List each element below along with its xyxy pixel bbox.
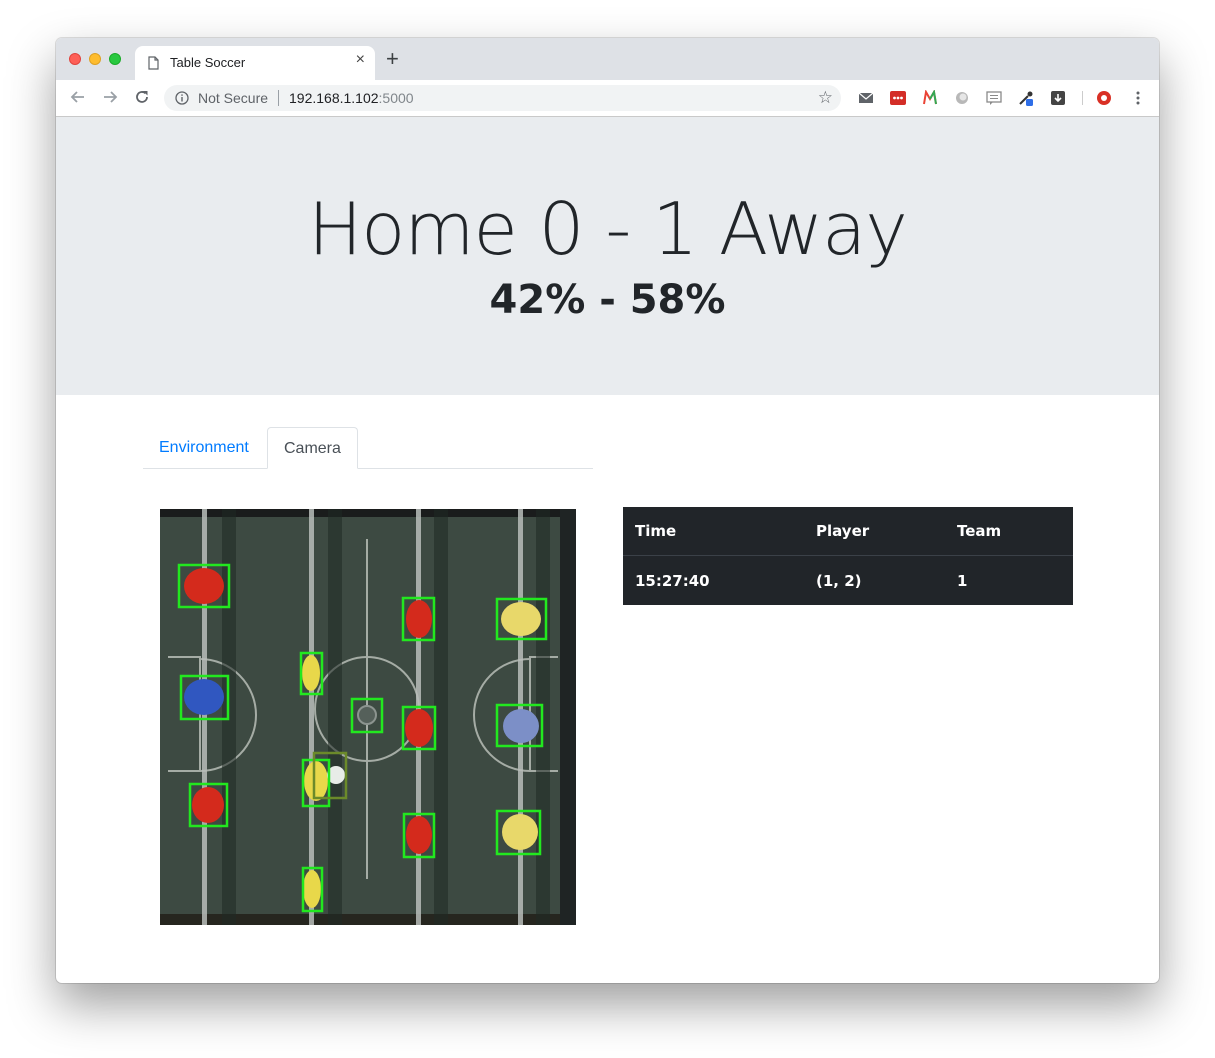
events-table: Time Player Team 15:27:40 (1, 2) 1 [623,507,1073,605]
page-icon [148,56,159,70]
omnibox-divider [278,90,279,106]
camera-feed [160,509,576,925]
tab-environment[interactable]: Environment [143,427,265,468]
toolbar-divider [1082,91,1083,105]
gear-extension-icon[interactable] [1096,90,1112,106]
arrow-left-icon[interactable] [68,87,88,107]
gmail-m-extension-icon[interactable] [922,90,938,106]
column-header-player: Player [804,507,945,556]
cell-time: 15:27:40 [635,571,710,590]
address-bar[interactable]: Not Secure 192.168.1.102:5000 ☆ [164,85,841,111]
arrow-right-icon[interactable] [100,87,120,107]
url-host: 192.168.1.102 [289,90,379,106]
download-extension-icon[interactable] [1050,90,1066,106]
info-icon[interactable] [175,91,189,105]
table-header-row: Time Player Team [623,507,1073,556]
tab-title: Table Soccer [170,55,246,70]
score-heading: Home 0 - 1 Away [308,187,908,271]
minimize-window-button[interactable] [89,53,101,65]
browser-window: Table Soccer × + Not Secure 192.168.1.10… [56,38,1159,983]
close-window-button[interactable] [69,53,81,65]
star-icon[interactable]: ☆ [818,88,833,108]
view-tabs: Environment Camera [143,427,593,469]
column-header-time: Time [623,507,804,556]
lastpass-extension-icon[interactable] [890,90,906,106]
foosball-table-image [160,509,576,925]
tab-strip: Table Soccer × + [56,38,1159,80]
mail-extension-icon[interactable] [858,90,874,106]
more-vert-icon[interactable] [1130,90,1146,106]
url-text[interactable]: 192.168.1.102:5000 [289,90,414,106]
cell-player: (1, 2) [816,571,862,590]
url-port: :5000 [378,90,414,106]
column-header-team: Team [945,507,1073,556]
circle-extension-icon[interactable] [954,90,970,106]
reload-icon[interactable] [132,87,152,107]
security-label[interactable]: Not Secure [198,90,268,106]
tab-close-icon[interactable]: × [356,51,365,69]
new-tab-button[interactable]: + [386,48,399,70]
possession-heading: 42% - 58% [489,277,726,323]
cell-team: 1 [957,571,968,590]
eyedropper-extension-icon[interactable] [1018,90,1034,106]
browser-tab[interactable]: Table Soccer × [135,46,375,80]
tab-camera[interactable]: Camera [267,427,358,469]
browser-toolbar: Not Secure 192.168.1.102:5000 ☆ [56,80,1159,117]
scoreboard: Home 0 - 1 Away 42% - 58% [56,117,1159,395]
zoom-window-button[interactable] [109,53,121,65]
dictionary-extension-icon[interactable] [986,90,1002,106]
table-row: 15:27:40 (1, 2) 1 [623,556,1073,606]
